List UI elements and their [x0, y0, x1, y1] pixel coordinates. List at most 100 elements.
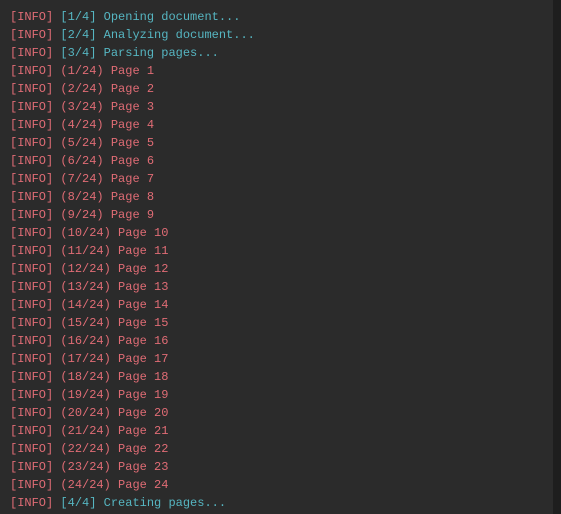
log-page: [INFO] (24/24) Page 24 [10, 476, 543, 494]
log-level-tag: [INFO] [10, 208, 53, 222]
log-level-tag: [INFO] [10, 352, 53, 366]
log-page: [INFO] (4/24) Page 4 [10, 116, 543, 134]
log-level-tag: [INFO] [10, 496, 53, 510]
step-counter: [4/4] [60, 496, 96, 510]
page-counter: (21/24) [60, 424, 110, 438]
log-page: [INFO] (6/24) Page 6 [10, 152, 543, 170]
page-counter: (11/24) [60, 244, 110, 258]
page-counter: (20/24) [60, 406, 110, 420]
log-page: [INFO] (9/24) Page 9 [10, 206, 543, 224]
page-counter: (2/24) [60, 82, 103, 96]
log-level-tag: [INFO] [10, 172, 53, 186]
log-level-tag: [INFO] [10, 460, 53, 474]
log-page: [INFO] (13/24) Page 13 [10, 278, 543, 296]
log-page: [INFO] (12/24) Page 12 [10, 260, 543, 278]
log-page: [INFO] (2/24) Page 2 [10, 80, 543, 98]
log-page: [INFO] (19/24) Page 19 [10, 386, 543, 404]
page-counter: (16/24) [60, 334, 110, 348]
log-page: [INFO] (22/24) Page 22 [10, 440, 543, 458]
log-page: [INFO] (10/24) Page 10 [10, 224, 543, 242]
log-level-tag: [INFO] [10, 190, 53, 204]
log-level-tag: [INFO] [10, 442, 53, 456]
page-label: Page 16 [118, 334, 168, 348]
log-level-tag: [INFO] [10, 478, 53, 492]
log-page: [INFO] (8/24) Page 8 [10, 188, 543, 206]
page-label: Page 8 [111, 190, 154, 204]
step-counter: [3/4] [60, 46, 96, 60]
page-label: Page 3 [111, 100, 154, 114]
page-counter: (9/24) [60, 208, 103, 222]
page-label: Page 20 [118, 406, 168, 420]
page-label: Page 15 [118, 316, 168, 330]
log-level-tag: [INFO] [10, 370, 53, 384]
page-label: Page 13 [118, 280, 168, 294]
log-level-tag: [INFO] [10, 154, 53, 168]
log-page: [INFO] (7/24) Page 7 [10, 170, 543, 188]
log-level-tag: [INFO] [10, 406, 53, 420]
page-counter: (3/24) [60, 100, 103, 114]
log-level-tag: [INFO] [10, 244, 53, 258]
page-label: Page 10 [118, 226, 168, 240]
step-counter: [2/4] [60, 28, 96, 42]
log-page: [INFO] (5/24) Page 5 [10, 134, 543, 152]
log-step-create: [INFO] [4/4] Creating pages... [10, 494, 543, 512]
page-label: Page 18 [118, 370, 168, 384]
page-counter: (24/24) [60, 478, 110, 492]
page-counter: (14/24) [60, 298, 110, 312]
log-level-tag: [INFO] [10, 10, 53, 24]
page-counter: (18/24) [60, 370, 110, 384]
page-counter: (4/24) [60, 118, 103, 132]
log-level-tag: [INFO] [10, 226, 53, 240]
page-counter: (7/24) [60, 172, 103, 186]
page-counter: (6/24) [60, 154, 103, 168]
log-page: [INFO] (21/24) Page 21 [10, 422, 543, 440]
page-label: Page 6 [111, 154, 154, 168]
log-step-open: [INFO] [1/4] Opening document... [10, 8, 543, 26]
page-counter: (23/24) [60, 460, 110, 474]
log-level-tag: [INFO] [10, 28, 53, 42]
log-level-tag: [INFO] [10, 298, 53, 312]
page-counter: (1/24) [60, 64, 103, 78]
log-page: [INFO] (15/24) Page 15 [10, 314, 543, 332]
log-level-tag: [INFO] [10, 136, 53, 150]
log-step-parse: [INFO] [3/4] Parsing pages... [10, 44, 543, 62]
page-label: Page 7 [111, 172, 154, 186]
log-level-tag: [INFO] [10, 316, 53, 330]
page-label: Page 9 [111, 208, 154, 222]
page-label: Page 24 [118, 478, 168, 492]
step-message: Analyzing document... [104, 28, 255, 42]
page-label: Page 5 [111, 136, 154, 150]
log-page: [INFO] (20/24) Page 20 [10, 404, 543, 422]
log-page: [INFO] (17/24) Page 17 [10, 350, 543, 368]
page-label: Page 21 [118, 424, 168, 438]
log-level-tag: [INFO] [10, 46, 53, 60]
log-page: [INFO] (23/24) Page 23 [10, 458, 543, 476]
terminal-output: [INFO] [1/4] Opening document... [INFO] … [0, 0, 561, 514]
step-counter: [1/4] [60, 10, 96, 24]
page-label: Page 17 [118, 352, 168, 366]
page-counter: (15/24) [60, 316, 110, 330]
page-label: Page 14 [118, 298, 168, 312]
page-label: Page 23 [118, 460, 168, 474]
log-level-tag: [INFO] [10, 118, 53, 132]
log-page: [INFO] (3/24) Page 3 [10, 98, 543, 116]
log-step-analyze: [INFO] [2/4] Analyzing document... [10, 26, 543, 44]
page-counter: (8/24) [60, 190, 103, 204]
page-counter: (19/24) [60, 388, 110, 402]
log-page: [INFO] (18/24) Page 18 [10, 368, 543, 386]
log-level-tag: [INFO] [10, 64, 53, 78]
page-counter: (10/24) [60, 226, 110, 240]
page-counter: (13/24) [60, 280, 110, 294]
log-level-tag: [INFO] [10, 262, 53, 276]
page-label: Page 22 [118, 442, 168, 456]
log-page: [INFO] (1/24) Page 1 [10, 62, 543, 80]
log-level-tag: [INFO] [10, 334, 53, 348]
log-page: [INFO] (16/24) Page 16 [10, 332, 543, 350]
page-counter: (12/24) [60, 262, 110, 276]
log-level-tag: [INFO] [10, 280, 53, 294]
log-level-tag: [INFO] [10, 82, 53, 96]
page-label: Page 12 [118, 262, 168, 276]
log-level-tag: [INFO] [10, 388, 53, 402]
step-message: Opening document... [104, 10, 241, 24]
log-page: [INFO] (11/24) Page 11 [10, 242, 543, 260]
